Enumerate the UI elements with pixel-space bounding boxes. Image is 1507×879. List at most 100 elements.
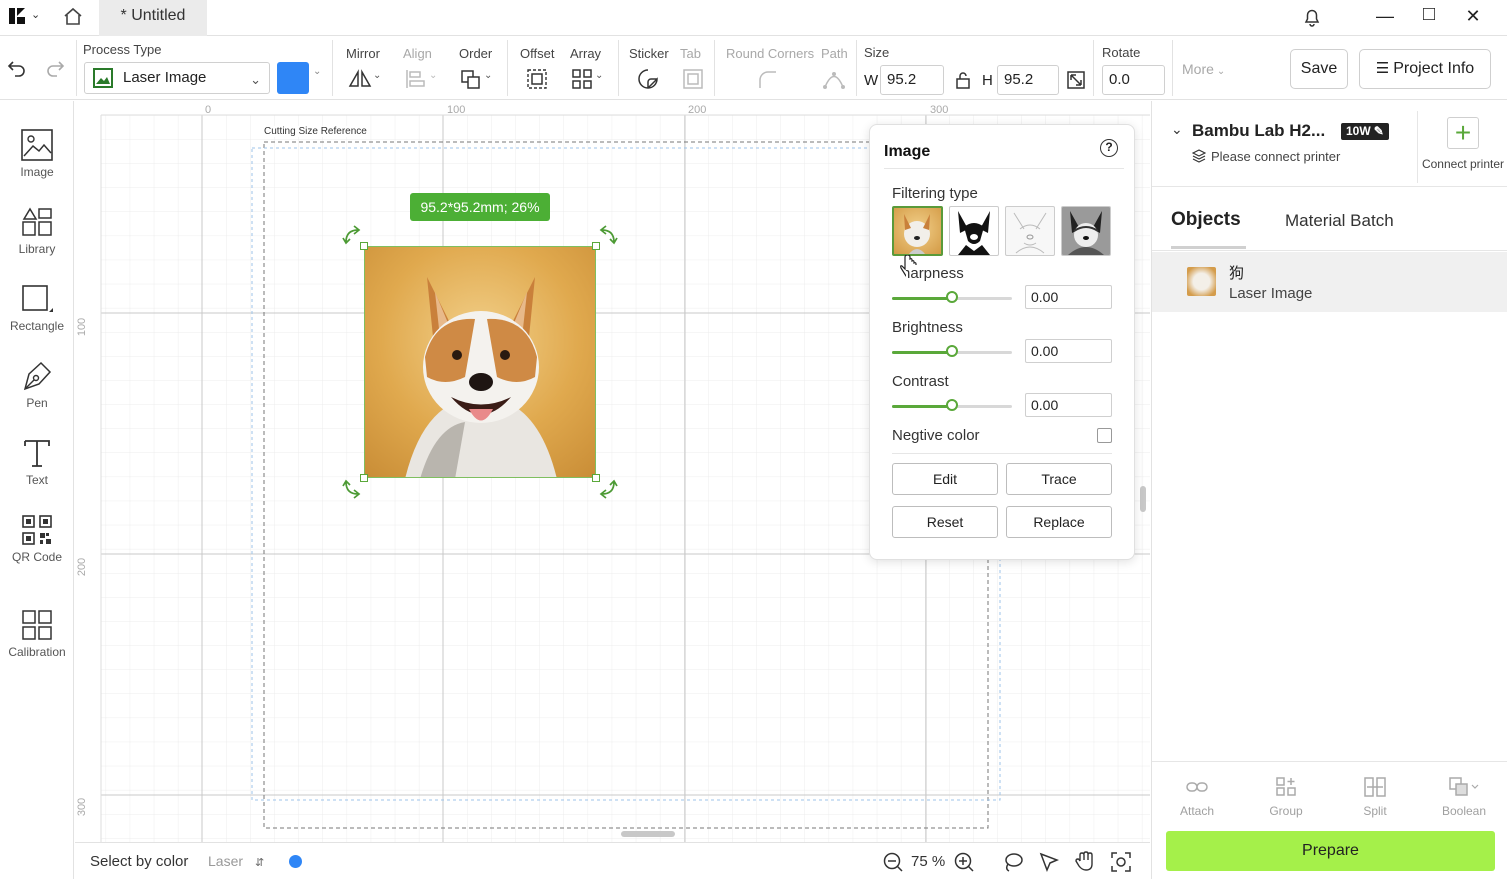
rotate-handle-icon[interactable] <box>342 224 364 251</box>
color-swatch[interactable] <box>277 62 309 94</box>
rotate-input[interactable]: 0.0 <box>1102 65 1165 95</box>
fit-view-icon[interactable] <box>1110 851 1132 878</box>
sticker-icon[interactable] <box>634 66 662 92</box>
brightness-slider-knob[interactable] <box>946 345 958 357</box>
tab-label: Tab <box>680 46 701 61</box>
negative-color-checkbox[interactable] <box>1097 428 1112 443</box>
tool-text[interactable]: Text <box>0 437 74 487</box>
reset-button[interactable]: Reset <box>892 506 998 538</box>
project-info-label: Project Info <box>1393 60 1475 77</box>
trace-button[interactable]: Trace <box>1006 463 1112 495</box>
save-button[interactable]: Save <box>1290 49 1348 89</box>
prepare-button[interactable]: Prepare <box>1166 831 1495 871</box>
object-type: Laser Image <box>1229 285 1313 302</box>
printer-name[interactable]: Bambu Lab H2... <box>1192 121 1325 141</box>
contrast-input[interactable]: 0.00 <box>1025 393 1112 417</box>
contrast-slider-knob[interactable] <box>946 399 958 411</box>
rotate-handle-icon[interactable] <box>596 478 618 505</box>
array-icon[interactable] <box>568 66 596 92</box>
split-button[interactable]: Split <box>1335 776 1415 818</box>
filter-sketch[interactable] <box>1005 206 1055 256</box>
cutting-size-reference-label: Cutting Size Reference <box>264 126 367 137</box>
align-chevron-icon[interactable]: ⌄ <box>429 70 437 81</box>
document-tab[interactable]: * Untitled <box>99 0 207 36</box>
group-button[interactable]: Group <box>1246 776 1326 818</box>
zoom-out-icon[interactable] <box>882 851 904 878</box>
right-panel: ⌄ Bambu Lab H2... 10W ✎ Please connect pr… <box>1151 101 1507 879</box>
help-icon[interactable]: ? <box>1100 139 1118 157</box>
hand-pan-icon[interactable] <box>1074 850 1096 877</box>
object-list-item[interactable]: 狗 Laser Image <box>1152 252 1507 312</box>
rotate-handle-icon[interactable] <box>596 224 618 251</box>
filter-black-white[interactable] <box>949 206 999 256</box>
attach-button[interactable]: Attach <box>1157 776 1237 818</box>
divider <box>507 40 508 96</box>
split-icon <box>1364 777 1386 797</box>
filter-grayscale[interactable] <box>1061 206 1111 256</box>
tab-objects[interactable]: Objects <box>1171 209 1241 231</box>
array-chevron-icon[interactable]: ⌄ <box>595 70 603 81</box>
lock-ratio-icon[interactable] <box>955 71 971 94</box>
tool-library[interactable]: Library <box>0 206 74 256</box>
boolean-button[interactable]: Boolean <box>1424 776 1504 818</box>
more-menu[interactable]: More ⌄ <box>1182 61 1225 77</box>
order-icon[interactable] <box>457 66 485 92</box>
vertical-scrollbar[interactable] <box>1140 486 1146 512</box>
project-info-button[interactable]: ☰ Project Info <box>1359 49 1491 89</box>
undo-icon[interactable] <box>6 58 28 83</box>
split-label: Split <box>1363 804 1387 818</box>
edit-button[interactable]: Edit <box>892 463 998 495</box>
size-label: Size <box>864 45 890 60</box>
align-icon[interactable] <box>402 66 430 92</box>
divider <box>856 40 857 96</box>
horizontal-scrollbar[interactable] <box>621 831 675 837</box>
laser-filter-label: Laser <box>208 853 244 869</box>
tool-image[interactable]: Image <box>0 129 74 179</box>
order-chevron-icon[interactable]: ⌄ <box>484 70 492 81</box>
brightness-input[interactable]: 0.00 <box>1025 339 1112 363</box>
app-menu-chevron-icon[interactable]: ⌄ <box>31 8 40 21</box>
printer-chevron-icon[interactable]: ⌄ <box>1171 121 1183 138</box>
round-corners-icon[interactable] <box>753 66 781 92</box>
process-type-select[interactable]: Laser Image ⌄ <box>84 62 270 94</box>
dog-image[interactable] <box>364 246 596 478</box>
select-arrow-icon[interactable] <box>1038 851 1060 878</box>
height-input[interactable]: 95.2 <box>997 65 1059 95</box>
text-icon <box>24 440 50 467</box>
tool-pen[interactable]: Pen <box>0 360 74 410</box>
filter-original[interactable] <box>892 206 943 256</box>
rotate-handle-icon[interactable] <box>342 478 364 505</box>
connect-printer-button[interactable]: + Connect printer <box>1418 117 1507 177</box>
close-icon[interactable]: ✕ <box>1458 4 1488 28</box>
tab-material-batch[interactable]: Material Batch <box>1285 211 1394 231</box>
home-icon[interactable] <box>62 6 84 31</box>
zoom-in-icon[interactable] <box>953 851 975 878</box>
power-badge[interactable]: 10W ✎ <box>1341 123 1389 140</box>
notification-bell-icon[interactable] <box>1301 6 1323 33</box>
width-input[interactable]: 95.2 <box>880 65 944 95</box>
mirror-icon[interactable] <box>346 66 374 92</box>
fit-size-icon[interactable] <box>1066 70 1086 95</box>
app-logo-icon[interactable] <box>8 6 28 26</box>
replace-button[interactable]: Replace <box>1006 506 1112 538</box>
laser-filter-select[interactable]: Laser ⇵ <box>208 853 264 869</box>
tool-qr-code[interactable]: QR Code <box>0 514 74 564</box>
color-chevron-icon[interactable]: ⌄ <box>313 66 321 77</box>
minimize-icon[interactable]: — <box>1370 4 1400 28</box>
color-dot[interactable] <box>289 855 302 868</box>
maximize-icon[interactable]: □ <box>1414 2 1444 26</box>
sharpness-input[interactable]: 0.00 <box>1025 285 1112 309</box>
mirror-chevron-icon[interactable]: ⌄ <box>373 70 381 81</box>
redo-icon[interactable] <box>44 58 66 83</box>
offset-icon[interactable] <box>523 66 551 92</box>
tab-icon[interactable] <box>679 66 707 92</box>
tool-rectangle[interactable]: Rectangle <box>0 283 74 333</box>
boolean-label: Boolean <box>1441 804 1487 818</box>
tool-calibration[interactable]: Calibration <box>0 609 74 659</box>
lasso-icon[interactable] <box>1002 851 1024 878</box>
path-icon[interactable] <box>820 66 848 92</box>
object-name: 狗 <box>1229 265 1245 282</box>
layers-icon <box>1191 149 1207 168</box>
ruler-top-label: 300 <box>930 104 949 116</box>
sharpness-slider-knob[interactable] <box>946 291 958 303</box>
